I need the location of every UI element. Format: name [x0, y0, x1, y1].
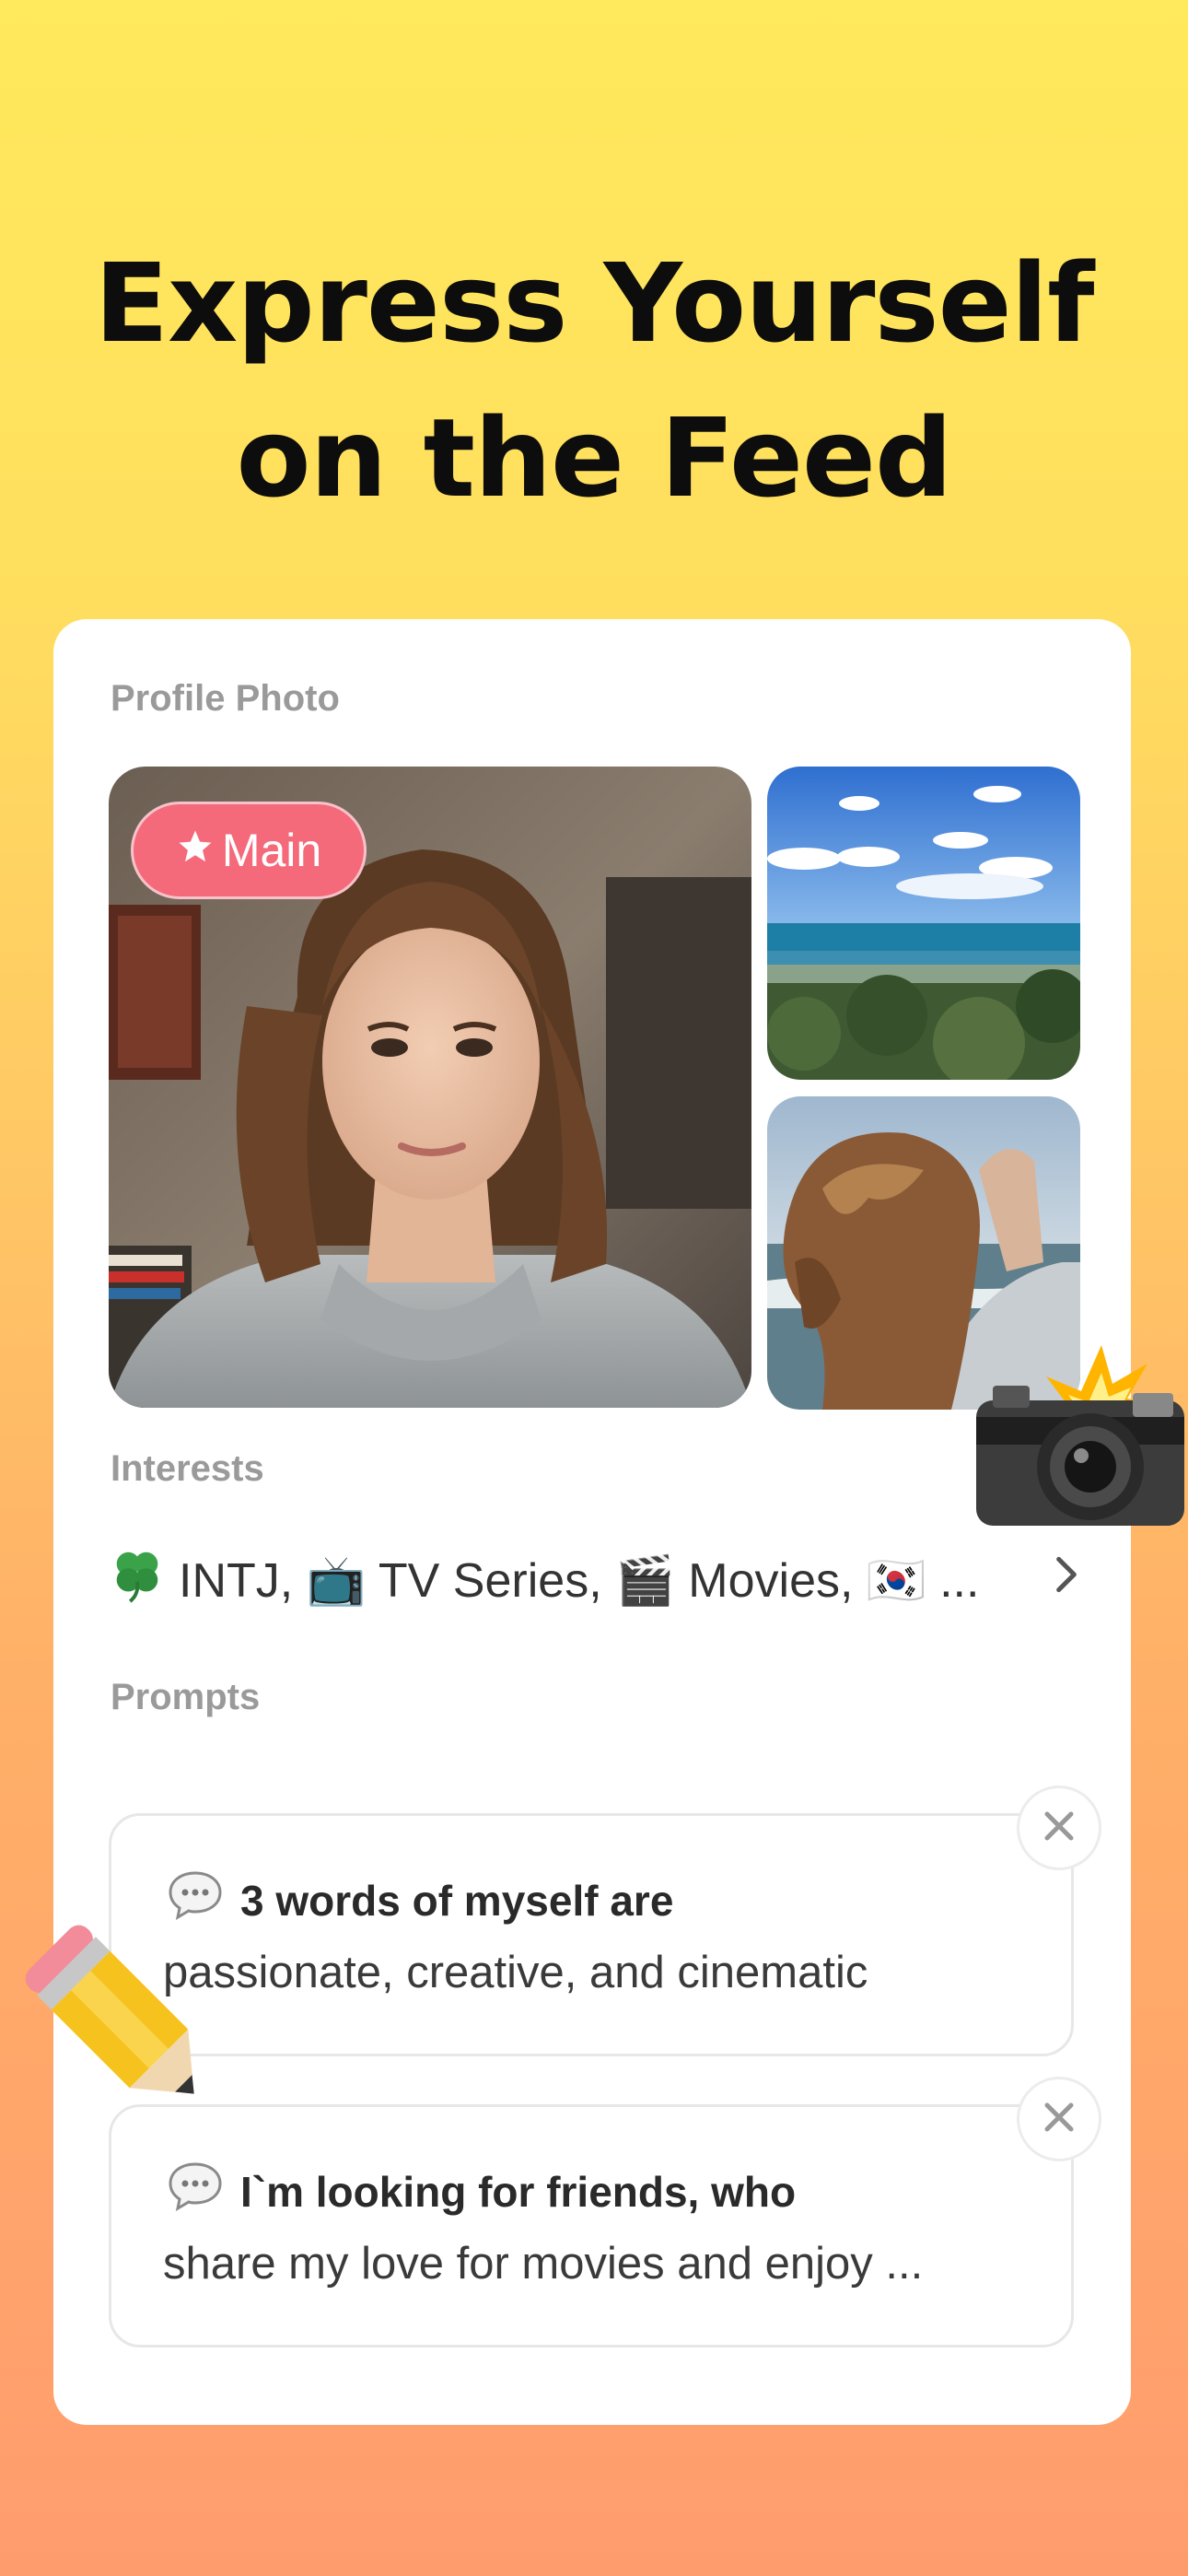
- profile-photo-2[interactable]: [767, 767, 1080, 1080]
- prompt-question: 3 words of myself are: [240, 1876, 674, 1925]
- interests-summary: INTJ, 📺 TV Series, 🎬 Movies, 🇰🇷 ...: [179, 1553, 980, 1608]
- close-icon: [1042, 2100, 1077, 2139]
- prompt-answer: share my love for movies and enjoy ...: [163, 2239, 924, 2289]
- star-icon: [176, 824, 215, 877]
- interests-label: Interests: [111, 1448, 264, 1489]
- main-badge-label: Main: [221, 825, 322, 876]
- chevron-right-icon: [1048, 1551, 1085, 1610]
- pencil-icon: [18, 1918, 230, 2130]
- prompts-label: Prompts: [111, 1677, 261, 1717]
- headline-line-2: on the Feed: [236, 394, 952, 521]
- profile-photo-label: Profile Photo: [111, 678, 340, 719]
- prompt-question-row: 3 words of myself are: [167, 1869, 673, 1931]
- clover-icon: [109, 1546, 166, 1615]
- speech-bubble-icon: [167, 2160, 224, 2222]
- main-profile-photo[interactable]: Main: [109, 767, 751, 1408]
- headline-line-1: Express Yourself: [94, 240, 1095, 367]
- prompt-card-1[interactable]: 3 words of myself are passionate, creati…: [109, 1813, 1074, 2056]
- remove-prompt-2-button[interactable]: [1017, 2077, 1101, 2161]
- close-icon: [1042, 1809, 1077, 1848]
- prompt-question-row: I`m looking for friends, who: [167, 2160, 796, 2222]
- prompt-card-2[interactable]: I`m looking for friends, who share my lo…: [109, 2104, 1074, 2348]
- camera-flash-icon: [973, 1345, 1188, 1529]
- remove-prompt-1-button[interactable]: [1017, 1786, 1101, 1870]
- prompt-question: I`m looking for friends, who: [240, 2167, 797, 2216]
- interests-row[interactable]: INTJ, 📺 TV Series, 🎬 Movies, 🇰🇷 ...: [109, 1539, 1085, 1622]
- profile-card: Profile Photo Main Interests INTJ, 📺 TV …: [53, 619, 1131, 2425]
- prompt-answer: passionate, creative, and cinematic: [163, 1948, 868, 1997]
- main-badge: Main: [131, 802, 367, 899]
- landscape-image: [767, 767, 1080, 1080]
